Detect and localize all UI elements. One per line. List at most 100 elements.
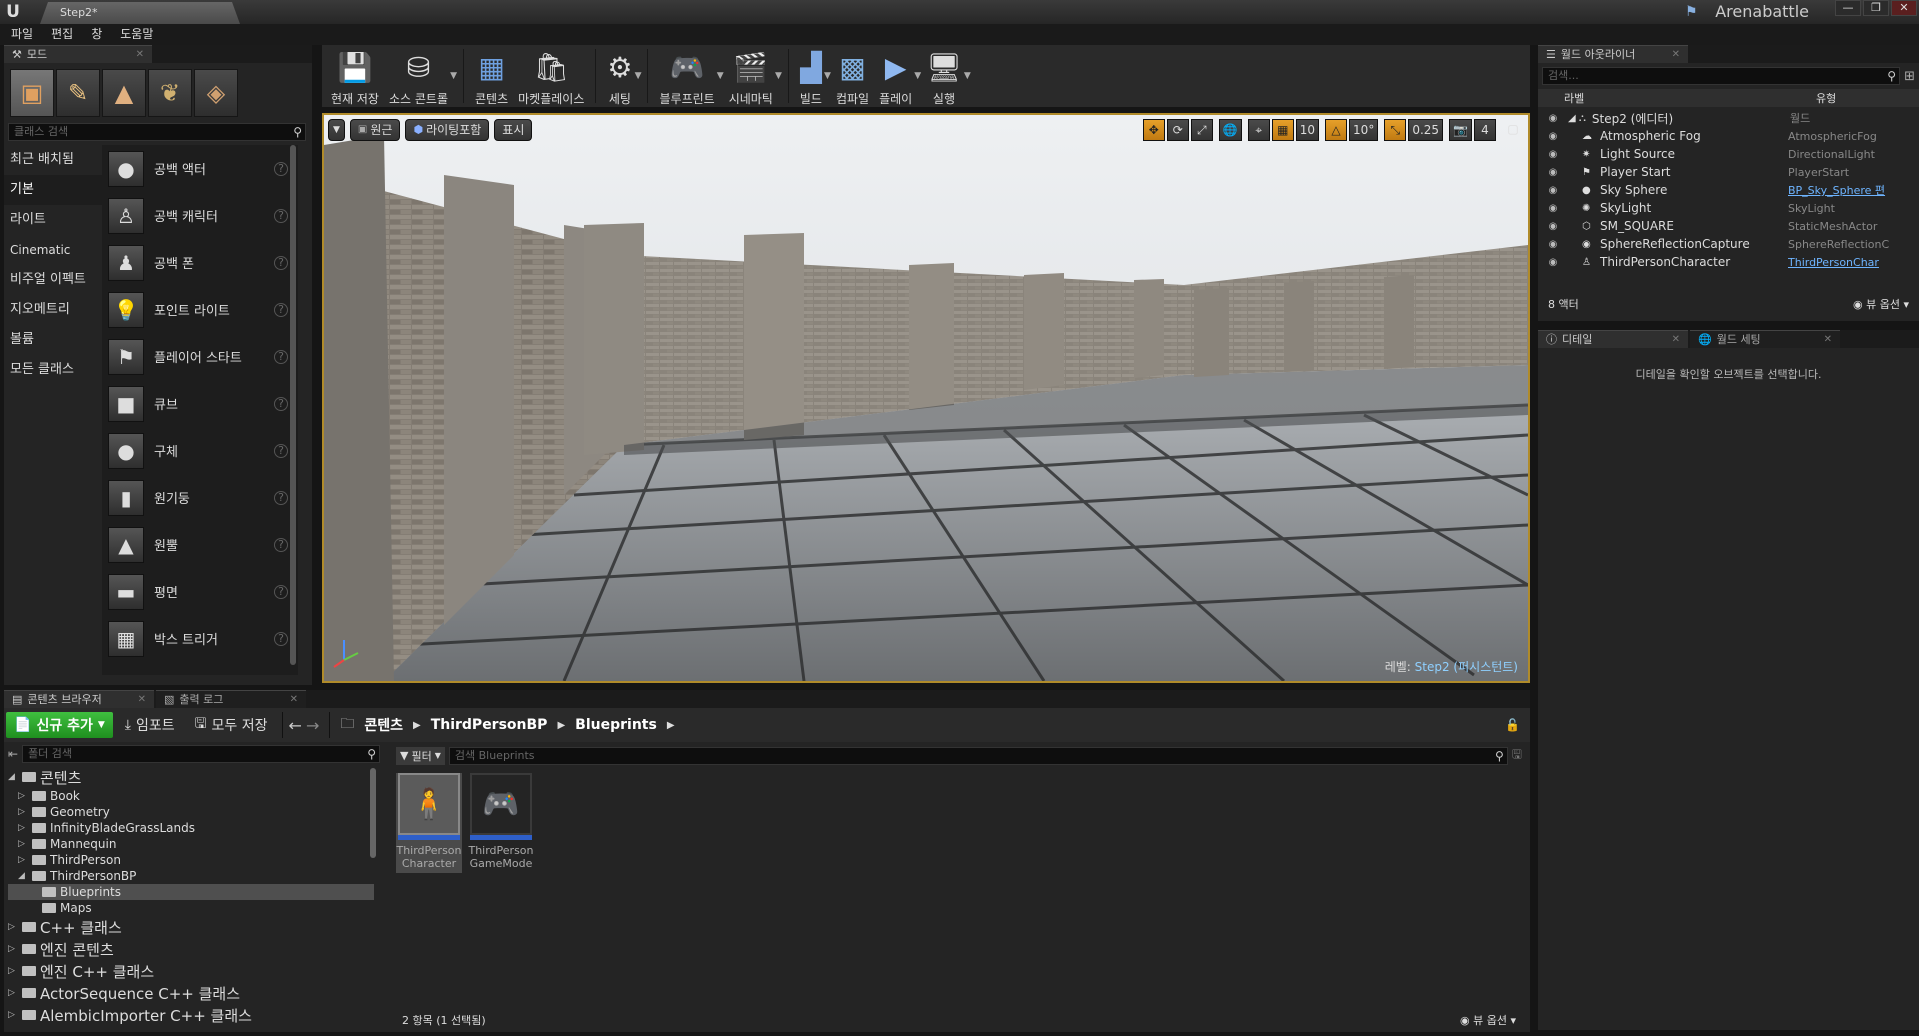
tab-details[interactable]: ⓘ 디테일 ✕ (1538, 330, 1688, 348)
outliner-row[interactable]: ◉ ✷ Light Source DirectionalLight (1538, 145, 1919, 163)
folder-search-input[interactable]: 폴더 검색 ⚲ (22, 745, 380, 763)
tree-folder-item[interactable]: ▷ Book (8, 788, 384, 804)
scale-snap-toggle[interactable]: ⤡ (1384, 119, 1407, 141)
forward-arrow-icon[interactable]: → (306, 716, 319, 735)
column-type[interactable]: 유형 (1816, 90, 1836, 106)
help-icon[interactable]: ? (274, 208, 288, 223)
landscape-mode-button[interactable]: ▲ (102, 69, 146, 117)
outliner-row-type[interactable]: BP_Sky_Sphere 편 (1788, 182, 1913, 198)
scale-snap-value[interactable]: 0.25 (1408, 119, 1444, 141)
tab-content-browser[interactable]: ▤ 콘텐츠 브라우저 ✕ (4, 690, 154, 708)
outliner-row-type[interactable]: ThirdPersonChar (1788, 256, 1913, 269)
coordinate-system-button[interactable]: 🌐 (1218, 119, 1242, 141)
tree-folder-item[interactable]: ▷ ThirdPerson (8, 852, 384, 868)
place-item-empty-character[interactable]: ♙ 공백 캐릭터? (102, 192, 298, 239)
help-icon[interactable]: ? (274, 255, 288, 270)
expand-right-icon[interactable]: ▷ (8, 922, 18, 932)
cinematics-button[interactable]: 🎬 시네마틱 ▼ (724, 45, 782, 107)
lighting-mode-button[interactable]: ⬢ 라이팅포함 (405, 119, 490, 141)
source-control-button[interactable]: ⛁ 소스 콘트롤 ▼ (384, 45, 457, 107)
outliner-row[interactable]: ◉ ● Sky Sphere BP_Sky_Sphere 편 (1538, 181, 1919, 199)
grid-snap-toggle[interactable]: ▦ (1271, 119, 1294, 141)
column-label[interactable]: 라벨 (1564, 90, 1816, 106)
tree-scrollbar[interactable] (370, 768, 376, 858)
close-icon[interactable]: ✕ (138, 691, 146, 709)
compile-button[interactable]: ▩ 컴파일 (831, 45, 874, 107)
expand-right-icon[interactable]: ▷ (18, 855, 28, 865)
help-icon[interactable]: ? (274, 584, 288, 599)
close-icon[interactable]: ✕ (1824, 331, 1832, 349)
expand-right-icon[interactable]: ▷ (8, 988, 18, 998)
expand-right-icon[interactable]: ▷ (8, 966, 18, 976)
help-icon[interactable]: ? (274, 302, 288, 317)
place-list-scrollbar[interactable] (290, 145, 296, 665)
tree-folder-item[interactable]: ▷ 엔진 C++ 클래스 (8, 960, 384, 982)
geometry-mode-button[interactable]: ◈ (194, 69, 238, 117)
save-all-button[interactable]: 🖫 모두 저장 (187, 712, 276, 738)
tree-folder-item[interactable]: Maps (8, 900, 384, 916)
breadcrumb-thirdpersonbp[interactable]: ThirdPersonBP (425, 717, 554, 733)
outliner-row[interactable]: ◉ ✺ SkyLight SkyLight (1538, 199, 1919, 217)
grid-snap-value[interactable]: 10 (1295, 119, 1320, 141)
back-arrow-icon[interactable]: ← (289, 716, 302, 735)
place-item-cube[interactable]: ■ 큐브? (102, 380, 298, 427)
expand-down-icon[interactable]: ◢ (18, 871, 28, 881)
eye-icon[interactable]: ◉ (1538, 203, 1568, 214)
tree-folder-item[interactable]: ◢ ThirdPersonBP (8, 868, 384, 884)
tab-modes[interactable]: ⚒ 모드 ✕ (4, 45, 152, 63)
tree-folder-item[interactable]: ▷ 엔진 콘텐츠 (8, 938, 384, 960)
category-volumes[interactable]: 볼륨 (4, 325, 102, 355)
place-item-box-trigger[interactable]: ▦ 박스 트리거? (102, 615, 298, 662)
category-cinematic[interactable]: Cinematic (4, 235, 102, 265)
import-button[interactable]: ⤓ 임포트 (117, 712, 183, 738)
outliner-row[interactable]: ◉ ⚑ Player Start PlayerStart (1538, 163, 1919, 181)
content-button[interactable]: ▦ 콘텐츠 (470, 45, 513, 107)
eye-icon[interactable]: ◉ (1538, 149, 1568, 160)
tree-folder-item[interactable]: ▷ C++ 클래스 (8, 916, 384, 938)
place-mode-button[interactable]: ▣ (10, 69, 54, 117)
scale-tool-button[interactable]: ⤢ (1190, 119, 1213, 141)
save-current-button[interactable]: 💾 현재 저장 (326, 45, 384, 107)
expand-right-icon[interactable]: ▷ (8, 1010, 18, 1020)
save-search-icon[interactable]: 🖫 (1512, 745, 1522, 766)
category-geometry[interactable]: 지오메트리 (4, 295, 102, 325)
rotation-snap-value[interactable]: 10° (1349, 119, 1379, 141)
eye-icon[interactable]: ◉ (1538, 239, 1568, 250)
tree-folder-item[interactable]: ▷ Mannequin (8, 836, 384, 852)
outliner-row[interactable]: ◉ ⬡ SM_SQUARE StaticMeshActor (1538, 217, 1919, 235)
lock-icon[interactable]: 🔓 (1505, 718, 1520, 732)
translate-tool-button[interactable]: ✥ (1142, 119, 1165, 141)
expand-right-icon[interactable]: ▷ (18, 839, 28, 849)
rotation-snap-toggle[interactable]: △ (1325, 119, 1348, 141)
menu-help[interactable]: 도움말 (111, 24, 162, 45)
tree-folder-item[interactable]: Blueprints (8, 884, 374, 900)
place-item-player-start[interactable]: ⚑ 플레이어 스타트? (102, 333, 298, 380)
close-window-button[interactable]: ✕ (1891, 0, 1917, 16)
marketplace-button[interactable]: 🛍 마켓플레이스 (513, 45, 589, 107)
play-button[interactable]: ▶ 플레이 ▼ (874, 45, 921, 107)
surface-snap-button[interactable]: ⌖ (1247, 119, 1270, 141)
viewport-options-button[interactable]: ▼ (328, 119, 345, 141)
perspective-button[interactable]: ▣ 원근 (349, 119, 401, 141)
outliner-row[interactable]: ◉ ☁ Atmospheric Fog AtmosphericFog (1538, 127, 1919, 145)
chevron-right-icon[interactable]: ▶ (413, 720, 421, 731)
class-search-input[interactable]: 클래스 검색 ⚲ (8, 123, 306, 141)
help-icon[interactable]: ? (274, 631, 288, 646)
toggle-sources-icon[interactable]: ⇤ (8, 747, 18, 761)
launch-button[interactable]: 🖥 실행 ▼ (921, 45, 971, 107)
expand-down-icon[interactable]: ◢ (8, 772, 18, 782)
chevron-right-icon[interactable]: ▶ (557, 720, 565, 731)
asset-search-input[interactable]: 검색 Blueprints ⚲ (448, 746, 1508, 765)
help-icon[interactable]: ? (274, 537, 288, 552)
maximize-viewport-button[interactable]: ▢ (1502, 119, 1524, 141)
camera-speed-button[interactable]: 📷 (1449, 119, 1472, 141)
tab-world-outliner[interactable]: ☰ 월드 아웃라이너 ✕ (1538, 45, 1688, 63)
place-item-plane[interactable]: ▬ 평면? (102, 568, 298, 615)
expand-right-icon[interactable]: ▷ (18, 823, 28, 833)
tree-folder-item[interactable]: ▷ ActorSequence C++ 클래스 (8, 982, 384, 1004)
blueprints-button[interactable]: 🎮 블루프린트 ▼ (654, 45, 723, 107)
category-recent[interactable]: 최근 배치됨 (4, 145, 102, 175)
outliner-row[interactable]: ◉ ◉ SphereReflectionCapture SphereReflectio… (1538, 235, 1919, 253)
add-new-button[interactable]: 📄 신규 추가 ▼ (6, 712, 113, 738)
feedback-icon[interactable]: ⚑ (1685, 4, 1701, 20)
